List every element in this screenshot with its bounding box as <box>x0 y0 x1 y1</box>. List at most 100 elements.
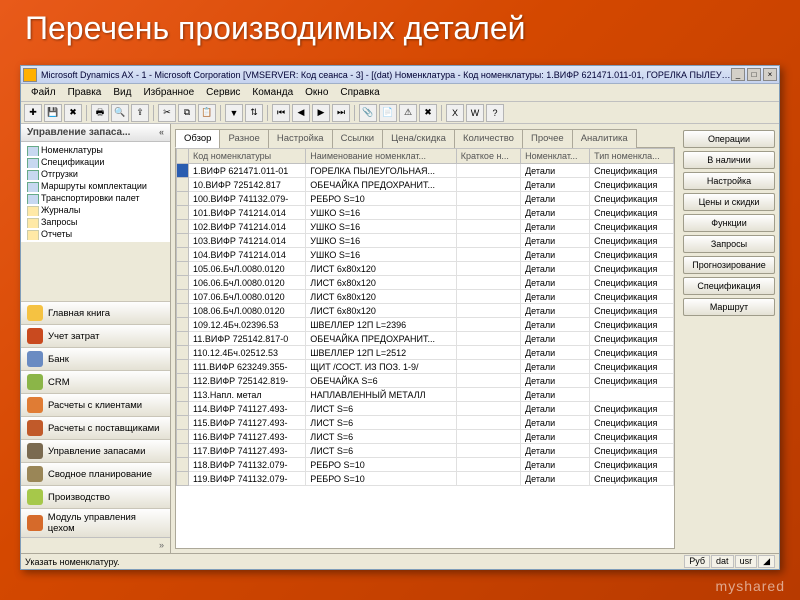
cell-grp[interactable]: Детали <box>521 290 590 304</box>
cell-code[interactable]: 109.12.4Бч.02396.53 <box>189 318 306 332</box>
cell-type[interactable]: Спецификация <box>590 234 674 248</box>
cell-code[interactable]: 108.06.БчЛ.0080.0120 <box>189 304 306 318</box>
cell-short[interactable] <box>456 318 520 332</box>
cell-grp[interactable]: Детали <box>521 444 590 458</box>
column-header[interactable]: Тип номенкла... <box>590 149 674 164</box>
cell-code[interactable]: 107.06.БчЛ.0080.0120 <box>189 290 306 304</box>
export-icon[interactable]: ⇪ <box>131 104 149 122</box>
cell-code[interactable]: 114.ВИФР 741127.493- <box>189 402 306 416</box>
cell-name[interactable]: ЛИСТ 6x80x120 <box>306 290 456 304</box>
excel-icon[interactable]: X <box>446 104 464 122</box>
cell-code[interactable]: 119.ВИФР 741132.079- <box>189 472 306 486</box>
cell-short[interactable] <box>456 360 520 374</box>
cell-short[interactable] <box>456 220 520 234</box>
column-header[interactable]: Номенклат... <box>521 149 590 164</box>
cell-grp[interactable]: Детали <box>521 304 590 318</box>
menu-file[interactable]: Файл <box>25 85 62 100</box>
cell-type[interactable]: Спецификация <box>590 472 674 486</box>
cell-short[interactable] <box>456 346 520 360</box>
cell-grp[interactable]: Детали <box>521 416 590 430</box>
cell-grp[interactable]: Детали <box>521 360 590 374</box>
cell-short[interactable] <box>456 164 520 178</box>
cell-short[interactable] <box>456 332 520 346</box>
cell-code[interactable]: 115.ВИФР 741127.493- <box>189 416 306 430</box>
nav-item[interactable]: Номенклатуры <box>21 144 170 156</box>
table-row[interactable]: 102.ВИФР 741214.014УШКО S=16ДеталиСпециф… <box>177 220 674 234</box>
table-row[interactable]: 10.ВИФР 725142.817ОБЕЧАЙКА ПРЕДОХРАНИТ..… <box>177 178 674 192</box>
menu-service[interactable]: Сервис <box>200 85 246 100</box>
cell-grp[interactable]: Детали <box>521 318 590 332</box>
cell-short[interactable] <box>456 290 520 304</box>
cell-short[interactable] <box>456 262 520 276</box>
last-icon[interactable]: ⏭ <box>332 104 350 122</box>
menu-edit[interactable]: Правка <box>62 85 108 100</box>
cell-name[interactable]: НАПЛАВЛЕННЫЙ МЕТАЛЛ <box>306 388 456 402</box>
table-row[interactable]: 119.ВИФР 741132.079-РЕБРО S=10ДеталиСпец… <box>177 472 674 486</box>
table-row[interactable]: 114.ВИФР 741127.493-ЛИСТ S=6ДеталиСпециф… <box>177 402 674 416</box>
module-mp[interactable]: Сводное планирование <box>21 462 170 485</box>
cell-name[interactable]: ЛИСТ S=6 <box>306 444 456 458</box>
table-row[interactable]: 104.ВИФР 741214.014УШКО S=16ДеталиСпециф… <box>177 248 674 262</box>
modules-more-icon[interactable]: » <box>159 540 164 550</box>
cell-code[interactable]: 106.06.БчЛ.0080.0120 <box>189 276 306 290</box>
menu-command[interactable]: Команда <box>246 85 299 100</box>
cell-type[interactable]: Спецификация <box>590 458 674 472</box>
nav-item[interactable]: Спецификации <box>21 156 170 168</box>
cell-code[interactable]: 113.Напл. метал <box>189 388 306 402</box>
table-row[interactable]: 106.06.БчЛ.0080.0120ЛИСТ 6x80x120ДеталиС… <box>177 276 674 290</box>
table-row[interactable]: 11.ВИФР 725142.817-0ОБЕЧАЙКА ПРЕДОХРАНИТ… <box>177 332 674 346</box>
cell-code[interactable]: 104.ВИФР 741214.014 <box>189 248 306 262</box>
column-header[interactable]: Код номенклатуры <box>189 149 306 164</box>
cell-code[interactable]: 117.ВИФР 741127.493- <box>189 444 306 458</box>
attach-icon[interactable]: 📎 <box>359 104 377 122</box>
table-row[interactable]: 110.12.4Бч.02512.53ШВЕЛЛЕР 12П L=2512Дет… <box>177 346 674 360</box>
cell-code[interactable]: 118.ВИФР 741132.079- <box>189 458 306 472</box>
tab-4[interactable]: Цена/скидка <box>382 129 455 148</box>
nav-folder[interactable]: Запросы <box>21 216 170 228</box>
cell-type[interactable]: Спецификация <box>590 192 674 206</box>
cell-name[interactable]: ЛИСТ 6x80x120 <box>306 262 456 276</box>
module-ca[interactable]: Учет затрат <box>21 324 170 347</box>
first-icon[interactable]: ⏮ <box>272 104 290 122</box>
table-row[interactable]: 118.ВИФР 741132.079-РЕБРО S=10ДеталиСпец… <box>177 458 674 472</box>
cell-type[interactable]: Спецификация <box>590 220 674 234</box>
cell-grp[interactable]: Детали <box>521 164 590 178</box>
module-pr[interactable]: Производство <box>21 485 170 508</box>
resize-grip-icon[interactable]: ◢ <box>758 555 775 568</box>
cell-type[interactable]: Спецификация <box>590 444 674 458</box>
next-icon[interactable]: ▶ <box>312 104 330 122</box>
cell-name[interactable]: РЕБРО S=10 <box>306 192 456 206</box>
cell-short[interactable] <box>456 248 520 262</box>
action-button[interactable]: Маршрут <box>683 298 775 316</box>
tab-0[interactable]: Обзор <box>175 129 220 148</box>
table-row[interactable]: 115.ВИФР 741127.493-ЛИСТ S=6ДеталиСпециф… <box>177 416 674 430</box>
cell-type[interactable]: Спецификация <box>590 164 674 178</box>
minimize-button[interactable]: _ <box>731 68 745 81</box>
cell-type[interactable]: Спецификация <box>590 178 674 192</box>
doc-icon[interactable]: 📄 <box>379 104 397 122</box>
column-header[interactable]: Наименование номенклат... <box>306 149 456 164</box>
action-button[interactable]: В наличии <box>683 151 775 169</box>
table-row[interactable]: 112.ВИФР 725142.819-ОБЕЧАЙКА S=6ДеталиСп… <box>177 374 674 388</box>
cell-short[interactable] <box>456 178 520 192</box>
cell-code[interactable]: 103.ВИФР 741214.014 <box>189 234 306 248</box>
action-button[interactable]: Настройка <box>683 172 775 190</box>
table-row[interactable]: 107.06.БчЛ.0080.0120ЛИСТ 6x80x120ДеталиС… <box>177 290 674 304</box>
cell-name[interactable]: ШВЕЛЛЕР 12П L=2396 <box>306 318 456 332</box>
cell-short[interactable] <box>456 206 520 220</box>
word-icon[interactable]: W <box>466 104 484 122</box>
cell-name[interactable]: ЛИСТ S=6 <box>306 416 456 430</box>
tab-3[interactable]: Ссылки <box>332 129 383 148</box>
cell-code[interactable]: 101.ВИФР 741214.014 <box>189 206 306 220</box>
table-row[interactable]: 103.ВИФР 741214.014УШКО S=16ДеталиСпециф… <box>177 234 674 248</box>
cell-grp[interactable]: Детали <box>521 430 590 444</box>
module-rc[interactable]: Расчеты с клиентами <box>21 393 170 416</box>
module-inv[interactable]: Управление запасами <box>21 439 170 462</box>
action-button[interactable]: Цены и скидки <box>683 193 775 211</box>
cell-short[interactable] <box>456 276 520 290</box>
cell-grp[interactable]: Детали <box>521 192 590 206</box>
action-button[interactable]: Запросы <box>683 235 775 253</box>
cell-code[interactable]: 1.ВИФР 621471.011-01 <box>189 164 306 178</box>
cell-name[interactable]: РЕБРО S=10 <box>306 458 456 472</box>
cut-icon[interactable]: ✂ <box>158 104 176 122</box>
